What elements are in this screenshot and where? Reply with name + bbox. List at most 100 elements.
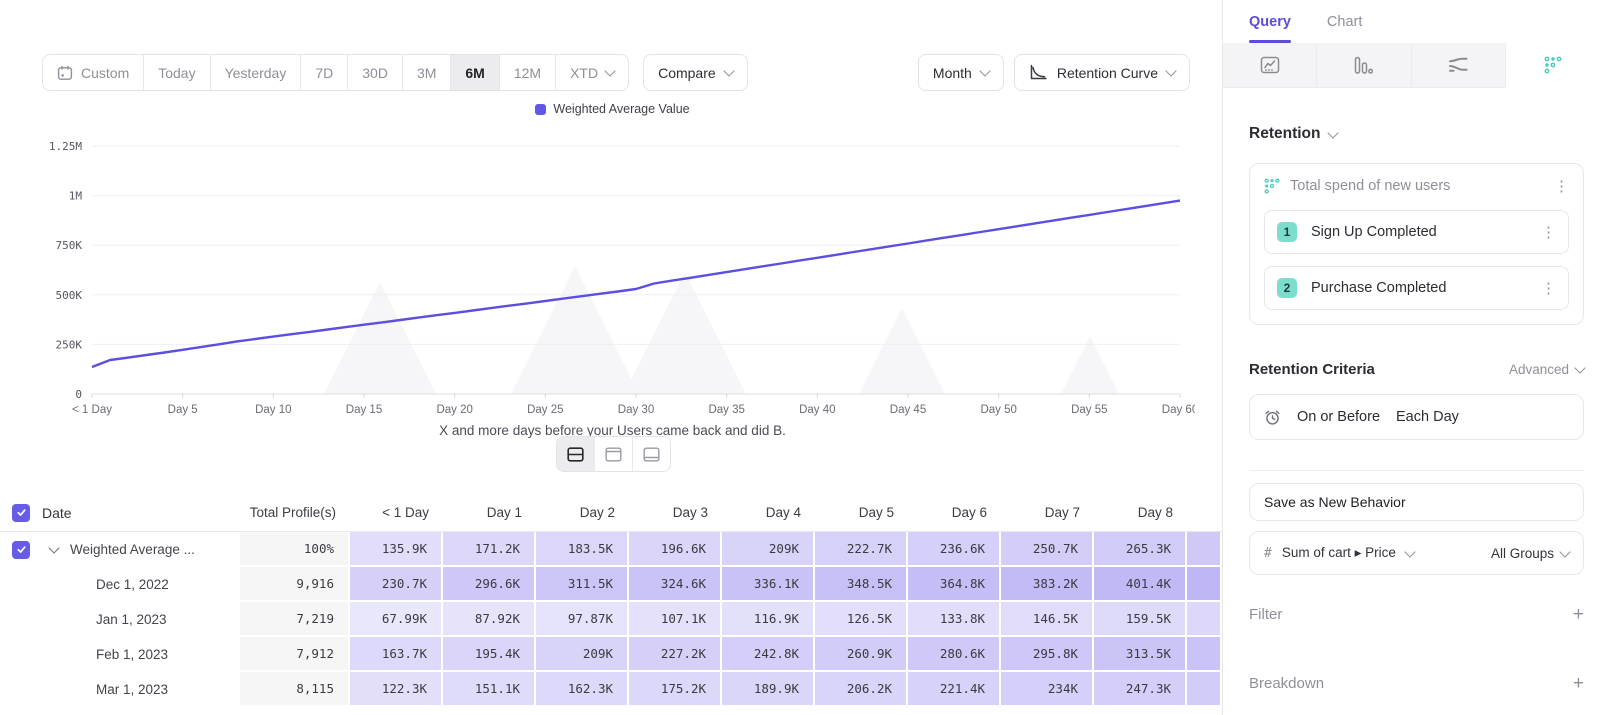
retention-value-cell: 183.5K bbox=[536, 532, 629, 567]
granularity-label: Month bbox=[933, 65, 972, 81]
retention-value-cell: 311.5K bbox=[536, 567, 629, 602]
advanced-dropdown[interactable]: Advanced bbox=[1509, 362, 1584, 377]
sidebar-tabs: Query Chart bbox=[1223, 0, 1600, 43]
retention-value-cell: 336.1K bbox=[722, 567, 815, 602]
y-axis-tick: 250K bbox=[56, 338, 83, 351]
range-label: Today bbox=[158, 65, 195, 81]
check-icon bbox=[16, 507, 27, 518]
measure-card[interactable]: # Sum of cart ▸ Price All Groups bbox=[1249, 531, 1584, 575]
event-step[interactable]: 2Purchase Completed⋮ bbox=[1264, 266, 1569, 310]
table-view-icon bbox=[643, 447, 660, 462]
column-header: Day 3 bbox=[629, 494, 722, 532]
retention-value-cell: 135.9K bbox=[350, 532, 443, 567]
section-title: Retention bbox=[1249, 125, 1320, 143]
toolbar: Custom Today Yesterday7D30D3M6M 12M XTD Comp… bbox=[42, 54, 1190, 91]
retention-value-cell: 146.5K bbox=[1001, 602, 1094, 637]
tab-retention[interactable] bbox=[1506, 43, 1600, 88]
retention-value-cell: 348.5K bbox=[815, 567, 908, 602]
y-axis-tick: 750K bbox=[56, 239, 83, 252]
range-button-3m[interactable]: 3M bbox=[403, 55, 451, 90]
kebab-menu-icon[interactable]: ⋮ bbox=[1541, 281, 1556, 296]
retention-icon bbox=[1544, 56, 1562, 74]
event-step[interactable]: 1Sign Up Completed⋮ bbox=[1264, 210, 1569, 254]
retention-table: DateTotal Profile(s)< 1 DayDay 1Day 2Day… bbox=[0, 494, 1222, 707]
range-button-12m[interactable]: 12M bbox=[500, 55, 556, 90]
kebab-menu-icon[interactable]: ⋮ bbox=[1541, 225, 1556, 240]
retention-criteria-row: Retention Criteria Advanced bbox=[1249, 361, 1584, 378]
range-button-6m[interactable]: 6M bbox=[451, 55, 499, 90]
tab-funnels[interactable] bbox=[1317, 43, 1411, 88]
view-toggle-group bbox=[556, 436, 671, 472]
range-label: XTD bbox=[570, 65, 598, 81]
split-view-icon bbox=[567, 447, 584, 462]
x-axis-tick: < 1 Day bbox=[72, 404, 112, 416]
group-dropdown[interactable]: All Groups bbox=[1491, 546, 1569, 561]
row-label: Weighted Average ... bbox=[70, 542, 195, 557]
select-all-checkbox[interactable] bbox=[12, 504, 30, 522]
table-row: Mar 1, 20238,115122.3K151.1K162.3K175.2K… bbox=[0, 672, 1222, 707]
range-button-30d[interactable]: 30D bbox=[348, 55, 403, 90]
filter-label: Filter bbox=[1249, 606, 1282, 623]
funnels-icon bbox=[1354, 56, 1373, 75]
y-axis-tick: 1M bbox=[69, 190, 83, 203]
range-button-yesterday[interactable]: Yesterday bbox=[211, 55, 302, 90]
flows-icon bbox=[1448, 57, 1469, 73]
compare-button[interactable]: Compare bbox=[643, 54, 748, 91]
x-axis-tick: Day 50 bbox=[980, 404, 1016, 416]
row-checkbox[interactable] bbox=[12, 541, 30, 559]
retention-value-cell: 383.2K bbox=[1001, 567, 1094, 602]
group-label: All Groups bbox=[1491, 546, 1554, 561]
behavior-header: Total spend of new users ⋮ bbox=[1264, 178, 1569, 194]
chevron-down-icon bbox=[723, 65, 734, 76]
chart-view-toggle[interactable] bbox=[595, 437, 633, 471]
x-axis-tick: Day 20 bbox=[436, 404, 472, 416]
add-filter-icon[interactable]: + bbox=[1573, 605, 1584, 624]
retention-value-cell: 221.4K bbox=[908, 672, 1001, 707]
retention-value-cell: 222.7K bbox=[815, 532, 908, 567]
behavior-card: Total spend of new users ⋮ 1Sign Up Comp… bbox=[1249, 163, 1584, 325]
step-number-badge: 2 bbox=[1277, 278, 1297, 298]
retention-value-cell: 116.9K bbox=[722, 602, 815, 637]
watermark-mountain bbox=[324, 282, 436, 394]
tab-chart[interactable]: Chart bbox=[1327, 0, 1362, 43]
chart-type-button[interactable]: Retention Curve bbox=[1014, 54, 1190, 91]
chevron-down-icon bbox=[1165, 65, 1176, 76]
granularity-button[interactable]: Month bbox=[918, 54, 1004, 91]
split-view-toggle[interactable] bbox=[557, 437, 595, 471]
retention-value-cell: 242.8K bbox=[722, 637, 815, 672]
retention-value-cell: 163.7K bbox=[350, 637, 443, 672]
row-label: Dec 1, 2022 bbox=[96, 577, 169, 592]
tab-query[interactable]: Query bbox=[1249, 0, 1291, 43]
range-label: 12M bbox=[514, 65, 541, 81]
tab-flows[interactable] bbox=[1412, 43, 1506, 88]
profiles-cell: 7,912 bbox=[240, 637, 350, 672]
watermark-mountain bbox=[624, 272, 746, 394]
criteria-condition-card[interactable]: On or Before Each Day bbox=[1249, 394, 1584, 440]
table-view-toggle[interactable] bbox=[633, 437, 670, 471]
kebab-menu-icon[interactable]: ⋮ bbox=[1554, 179, 1569, 194]
criteria-title: Retention Criteria bbox=[1249, 361, 1375, 378]
range-button-xtd[interactable]: XTD bbox=[556, 55, 628, 90]
x-axis-tick: Day 5 bbox=[168, 404, 198, 416]
range-button-today[interactable]: Today bbox=[144, 55, 210, 90]
column-header-date: Date bbox=[42, 505, 72, 521]
retention-line-series bbox=[92, 201, 1180, 367]
retention-value-cell: 313.5K bbox=[1094, 637, 1187, 672]
retention-value-cell-partial bbox=[1187, 602, 1222, 637]
range-button-custom[interactable]: Custom bbox=[43, 55, 144, 90]
range-button-7d[interactable]: 7D bbox=[301, 55, 348, 90]
date-range-selector: Custom Today Yesterday7D30D3M6M 12M XTD bbox=[42, 54, 629, 91]
add-breakdown-icon[interactable]: + bbox=[1573, 674, 1584, 693]
tab-insights[interactable] bbox=[1223, 43, 1317, 88]
x-axis-tick: Day 40 bbox=[799, 404, 835, 416]
table-row: Feb 1, 20237,912163.7K195.4K209K227.2K24… bbox=[0, 637, 1222, 672]
report-section-dropdown[interactable]: Retention bbox=[1249, 125, 1584, 143]
retention-value-cell: 151.1K bbox=[443, 672, 536, 707]
range-label: Custom bbox=[81, 65, 129, 81]
retention-value-cell-partial bbox=[1187, 567, 1222, 602]
legend-label: Weighted Average Value bbox=[553, 102, 689, 116]
retention-value-cell: 250.7K bbox=[1001, 532, 1094, 567]
save-as-new-behavior-button[interactable]: Save as New Behavior bbox=[1249, 483, 1584, 521]
expand-chevron-icon[interactable] bbox=[48, 542, 59, 553]
table-header-row: DateTotal Profile(s)< 1 DayDay 1Day 2Day… bbox=[0, 494, 1222, 532]
